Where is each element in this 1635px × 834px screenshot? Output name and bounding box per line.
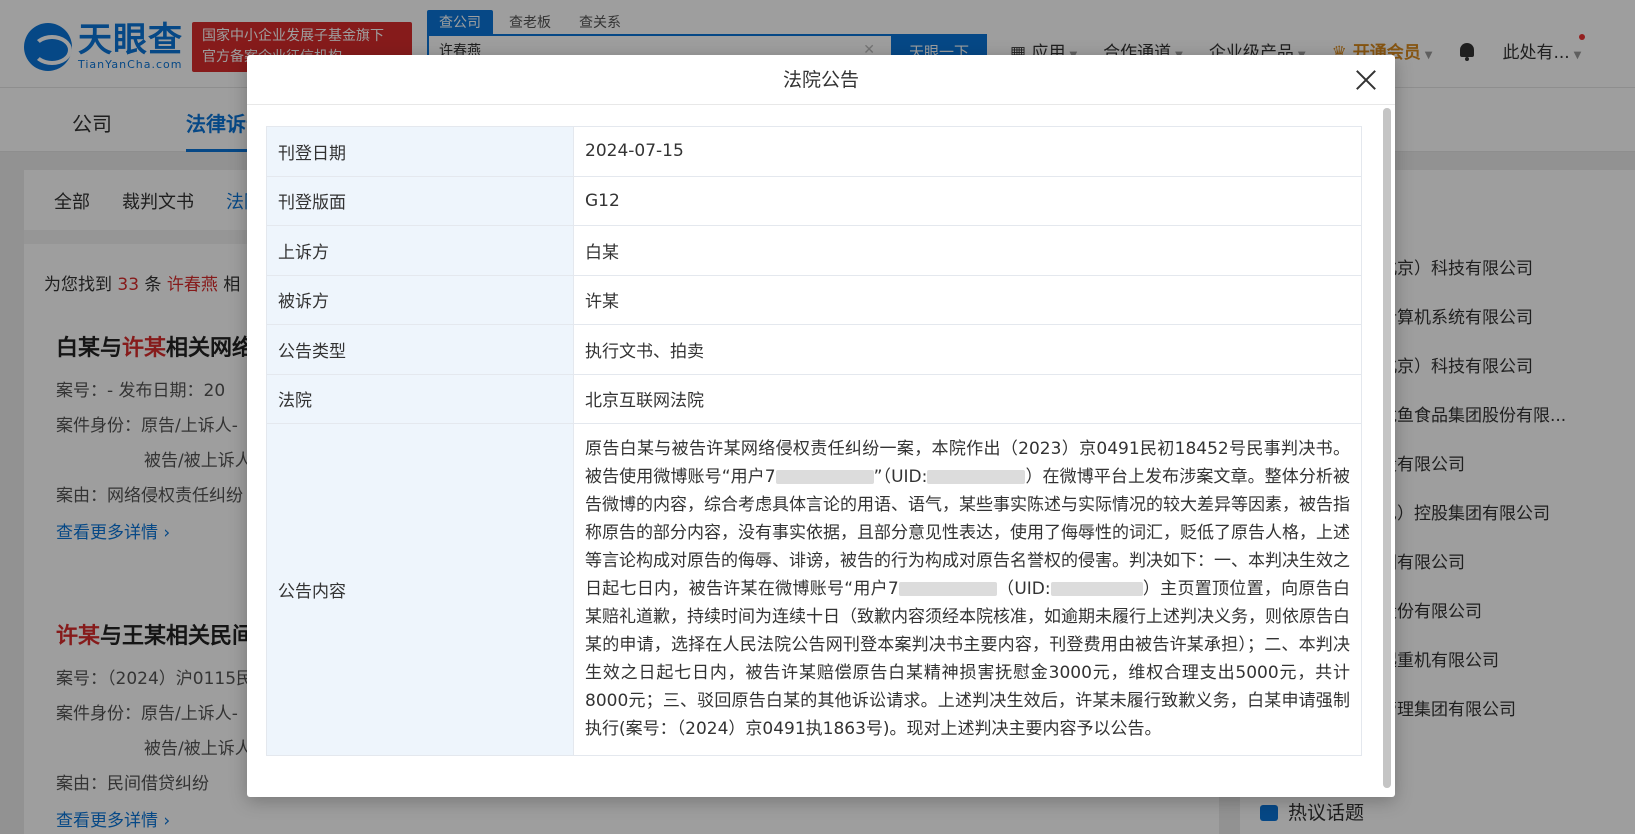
field-value: 2024-07-15	[573, 126, 1362, 177]
field-value: G12	[573, 175, 1362, 226]
redacted-text	[1050, 582, 1143, 596]
table-row: 法院 北京互联网法院	[266, 373, 1362, 424]
field-label: 上诉方	[266, 225, 574, 276]
table-row: 上诉方 白某	[266, 225, 1362, 276]
table-row: 被诉方 许某	[266, 274, 1362, 325]
table-row: 刊登版面 G12	[266, 175, 1362, 226]
court-notice-dialog: 法院公告 刊登日期 2024-07-15 刊登版面 G12 上诉方 白某 被诉方…	[247, 55, 1395, 797]
dialog-header: 法院公告	[247, 55, 1395, 105]
field-label: 刊登日期	[266, 126, 574, 177]
table-row: 公告类型 执行文书、拍卖	[266, 324, 1362, 375]
close-icon[interactable]	[1351, 65, 1381, 95]
redacted-text	[898, 582, 997, 596]
redacted-text	[775, 470, 874, 484]
table-row: 刊登日期 2024-07-15	[266, 126, 1362, 177]
field-label: 公告类型	[266, 324, 574, 375]
field-value: 白某	[573, 225, 1362, 276]
field-label: 公告内容	[266, 423, 574, 756]
dialog-body: 刊登日期 2024-07-15 刊登版面 G12 上诉方 白某 被诉方 许某 公…	[266, 126, 1362, 756]
dialog-title: 法院公告	[782, 69, 859, 91]
field-value: 许某	[573, 274, 1362, 325]
field-label: 法院	[266, 373, 574, 424]
table-row: 公告内容 原告白某与被告许某网络侵权责任纠纷一案，本院作出（2023）京0491…	[266, 423, 1362, 756]
field-label: 被诉方	[266, 274, 574, 325]
field-label: 刊登版面	[266, 175, 574, 226]
field-value: 执行文书、拍卖	[573, 324, 1362, 375]
notice-content: 原告白某与被告许某网络侵权责任纠纷一案，本院作出（2023）京0491民初184…	[573, 423, 1362, 756]
scroll-thumb[interactable]	[1383, 108, 1391, 788]
dialog-scrollbar[interactable]	[1383, 108, 1391, 788]
field-value: 北京互联网法院	[573, 373, 1362, 424]
notice-detail-table: 刊登日期 2024-07-15 刊登版面 G12 上诉方 白某 被诉方 许某 公…	[266, 126, 1362, 756]
redacted-text	[927, 470, 1026, 484]
